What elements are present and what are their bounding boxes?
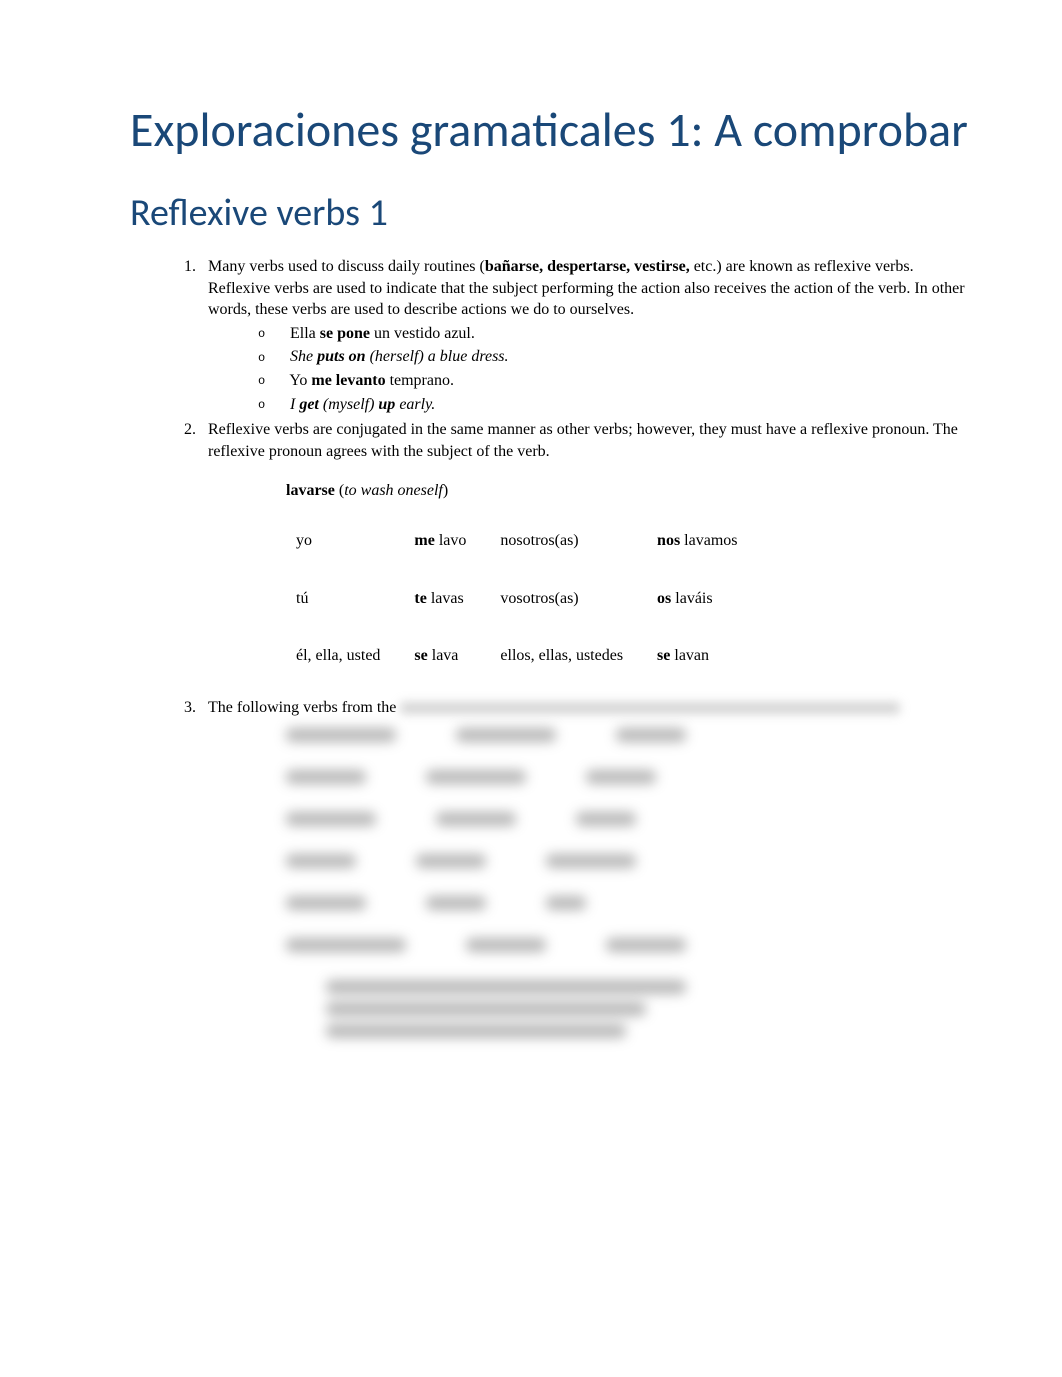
blurred-cell — [586, 770, 656, 784]
conjugation-cell: me lavo — [404, 512, 490, 570]
example-line: Yo me levanto temprano. — [258, 370, 972, 392]
ex4-a: I — [290, 396, 299, 413]
blurred-row — [286, 896, 972, 910]
blurred-cell — [606, 938, 686, 952]
blurred-cell — [546, 896, 586, 910]
table-caption: lavarse (to wash oneself) — [286, 480, 972, 502]
list-item-3: The following verbs from the — [200, 697, 972, 1039]
subject-cell: yo — [286, 512, 404, 570]
blurred-cell — [436, 812, 516, 826]
ex2-b: (herself) a blue dress. — [366, 348, 509, 365]
blurred-cell — [286, 938, 406, 952]
pronoun: se — [414, 647, 427, 664]
ex4-bold-a: get — [299, 396, 319, 413]
blurred-cell — [426, 896, 486, 910]
section-title: Reflexive verbs 1 — [130, 190, 972, 236]
conjugation-table: yo me lavo nosotros(as) nos lavamos tú t… — [286, 512, 762, 685]
blurred-line — [326, 1002, 646, 1016]
item1-intro-a: Many verbs used to discuss daily routine… — [208, 258, 485, 275]
blurred-cell — [416, 854, 486, 868]
blurred-cell — [426, 770, 526, 784]
verb-form: laváis — [671, 590, 712, 607]
conjugation-cell: te lavas — [404, 570, 490, 628]
example-line: Ella se pone un vestido azul. — [258, 323, 972, 345]
blurred-cell — [286, 854, 356, 868]
subject-cell: nosotros(as) — [490, 512, 647, 570]
conjugation-cell: se lava — [404, 627, 490, 685]
pronoun: me — [414, 532, 434, 549]
ex4-mid: (myself) — [319, 396, 379, 413]
ex1-a: Ella — [290, 325, 320, 342]
blurred-row — [286, 938, 972, 952]
verb-form: lavan — [670, 647, 709, 664]
blurred-content — [400, 702, 900, 714]
blurred-cell — [286, 812, 376, 826]
blurred-row — [286, 770, 972, 784]
verb-form: lavo — [435, 532, 467, 549]
ex3-b: temprano. — [386, 372, 454, 389]
ex2-bold: puts on — [317, 348, 365, 365]
blurred-line — [326, 1024, 626, 1038]
pronoun: nos — [657, 532, 680, 549]
blurred-cell — [286, 896, 366, 910]
list-item-2: Reflexive verbs are conjugated in the sa… — [200, 419, 972, 685]
caption-bold: lavarse — [286, 482, 335, 499]
conjugation-cell: nos lavamos — [647, 512, 761, 570]
page-title: Exploraciones gramaticales 1: A comproba… — [130, 100, 972, 160]
blurred-cell — [616, 728, 686, 742]
verb-form: lavamos — [680, 532, 737, 549]
example-line: I get (myself) up early. — [258, 394, 972, 416]
blurred-row — [286, 728, 972, 742]
blurred-row — [286, 812, 972, 826]
ex2-a: She — [290, 348, 317, 365]
list-item-1: Many verbs used to discuss daily routine… — [200, 256, 972, 415]
blurred-cell — [286, 728, 396, 742]
ex3-a: Yo — [289, 372, 311, 389]
conjugation-cell: os laváis — [647, 570, 761, 628]
blurred-paragraph — [326, 980, 972, 1038]
blurred-cell — [546, 854, 636, 868]
caption-close: ) — [443, 482, 448, 499]
item3-text: The following verbs from the — [208, 699, 400, 716]
subject-cell: ellos, ellas, ustedes — [490, 627, 647, 685]
blurred-cell — [466, 938, 546, 952]
blurred-line — [326, 980, 686, 994]
ex4-b: early. — [395, 396, 435, 413]
table-row: tú te lavas vosotros(as) os laváis — [286, 570, 762, 628]
example-sublist-1: Ella se pone un vestido azul. She puts o… — [258, 323, 972, 415]
ex1-b: un vestido azul. — [370, 325, 475, 342]
subject-cell: él, ella, usted — [286, 627, 404, 685]
ex1-bold: se pone — [320, 325, 370, 342]
table-row: yo me lavo nosotros(as) nos lavamos — [286, 512, 762, 570]
caption-italic: to wash oneself — [344, 482, 443, 499]
subject-cell: tú — [286, 570, 404, 628]
item2-text: Reflexive verbs are conjugated in the sa… — [208, 421, 958, 460]
blurred-table — [286, 728, 972, 1038]
conjugation-cell: se lavan — [647, 627, 761, 685]
verb-form: lavas — [427, 590, 464, 607]
caption-paren: ( — [335, 482, 344, 499]
item1-bold-verbs: bañarse, despertarse, vestirse, — [485, 258, 690, 275]
example-line: She puts on (herself) a blue dress. — [258, 346, 972, 368]
main-ordered-list: Many verbs used to discuss daily routine… — [200, 256, 972, 1038]
blurred-cell — [286, 770, 366, 784]
ex4-bold-b: up — [378, 396, 395, 413]
pronoun: os — [657, 590, 671, 607]
verb-form: lava — [428, 647, 459, 664]
blurred-row — [286, 854, 972, 868]
ex3-bold: me levanto — [311, 372, 385, 389]
table-row: él, ella, usted se lava ellos, ellas, us… — [286, 627, 762, 685]
blurred-cell — [576, 812, 636, 826]
blurred-cell — [456, 728, 556, 742]
pronoun: te — [414, 590, 426, 607]
subject-cell: vosotros(as) — [490, 570, 647, 628]
pronoun: se — [657, 647, 670, 664]
